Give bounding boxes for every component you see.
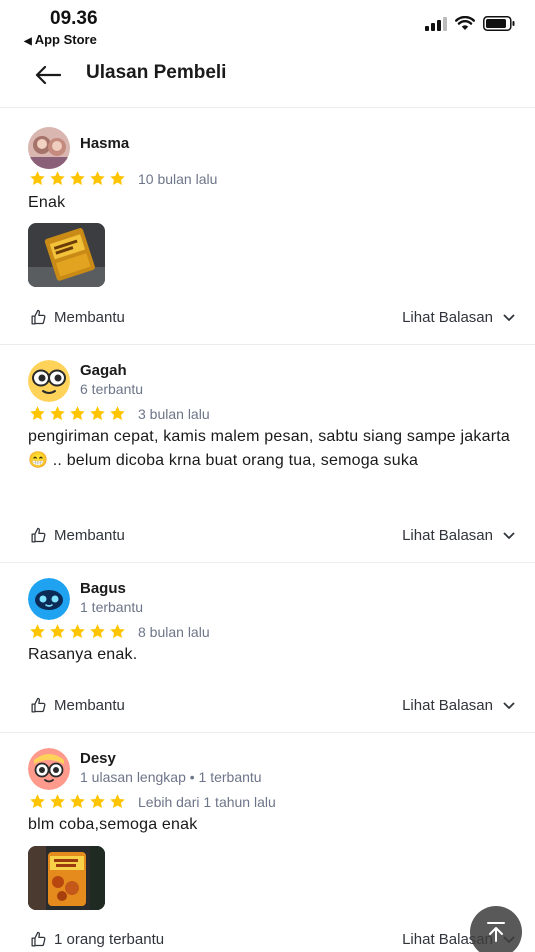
star-icon xyxy=(110,624,125,639)
arrow-left-icon xyxy=(35,65,61,85)
star-icon xyxy=(90,624,105,639)
wifi-icon xyxy=(455,16,475,30)
product-photo-image xyxy=(28,846,105,910)
star-icon xyxy=(30,794,45,809)
review-date: Lebih dari 1 tahun lalu xyxy=(138,793,276,810)
back-triangle-icon: ◀ xyxy=(24,36,32,47)
review-photo[interactable] xyxy=(28,846,105,910)
back-button[interactable] xyxy=(30,60,66,90)
review-date: 3 bulan lalu xyxy=(138,405,210,422)
star-icon xyxy=(70,171,85,186)
scroll-to-top-button[interactable] xyxy=(470,906,522,952)
star-rating xyxy=(29,170,126,187)
star-rating xyxy=(29,623,126,640)
avatar xyxy=(28,748,70,790)
review-text: Enak xyxy=(28,194,66,211)
star-rating xyxy=(29,405,126,422)
star-icon xyxy=(70,794,85,809)
view-reply-label: Lihat Balasan xyxy=(402,309,493,326)
view-reply-button[interactable]: Lihat Balasan xyxy=(402,697,515,714)
reviewer-meta: 1 terbantu xyxy=(80,599,144,615)
battery-icon xyxy=(483,16,515,31)
helpful-label: Membantu xyxy=(54,309,125,326)
back-to-app-link[interactable]: ◀ App Store xyxy=(24,32,97,47)
star-icon xyxy=(30,406,45,421)
chevron-down-icon xyxy=(503,532,515,539)
star-icon xyxy=(90,794,105,809)
star-icon xyxy=(110,794,125,809)
pink-face-avatar-icon xyxy=(28,748,70,790)
reviewer-meta: 1 ulasan lengkap • 1 terbantu xyxy=(80,769,262,785)
view-reply-label: Lihat Balasan xyxy=(402,697,493,714)
star-icon xyxy=(50,624,65,639)
star-icon xyxy=(50,406,65,421)
star-icon xyxy=(110,171,125,186)
review-item: Gagah 6 terbantu 3 bulan lalu pengiriman… xyxy=(0,345,535,563)
chevron-down-icon xyxy=(503,314,515,321)
helpful-button[interactable]: Membantu xyxy=(30,697,125,714)
blue-face-avatar-icon xyxy=(28,578,70,620)
review-date: 8 bulan lalu xyxy=(138,623,210,640)
rating-row: Lebih dari 1 tahun lalu xyxy=(29,793,276,810)
star-icon xyxy=(70,406,85,421)
star-icon xyxy=(90,406,105,421)
view-reply-label: Lihat Balasan xyxy=(402,527,493,544)
reviewer-name: Desy xyxy=(80,750,116,767)
rating-row: 8 bulan lalu xyxy=(29,623,210,640)
helpful-label: 1 orang terbantu xyxy=(54,931,165,948)
review-item: Hasma 10 bulan lalu Enak Membantu Lihat … xyxy=(0,109,535,345)
yellow-face-avatar-icon xyxy=(28,360,70,402)
product-photo-image xyxy=(28,223,105,287)
rating-row: 10 bulan lalu xyxy=(29,170,217,187)
helpful-label: Membantu xyxy=(54,527,125,544)
reviewer-name: Gagah xyxy=(80,362,127,379)
status-icons xyxy=(425,16,515,31)
star-icon xyxy=(30,624,45,639)
thumbs-up-icon xyxy=(31,697,46,713)
reviewer-name: Bagus xyxy=(80,580,126,597)
review-date: 10 bulan lalu xyxy=(138,170,218,187)
helpful-label: Membantu xyxy=(54,697,125,714)
status-bar: 09.36 ◀ App Store xyxy=(0,0,535,50)
reviewer-meta: 6 terbantu xyxy=(80,381,144,397)
rating-row: 3 bulan lalu xyxy=(29,405,210,422)
star-icon xyxy=(50,171,65,186)
arrow-up-icon xyxy=(487,922,505,942)
review-photo[interactable] xyxy=(28,223,105,287)
thumbs-up-icon xyxy=(31,309,46,325)
avatar xyxy=(28,360,70,402)
review-text: blm coba,semoga enak xyxy=(28,816,198,833)
helpful-button[interactable]: 1 orang terbantu xyxy=(30,931,164,948)
thumbs-up-icon xyxy=(31,931,46,947)
chevron-down-icon xyxy=(503,702,515,709)
star-icon xyxy=(90,171,105,186)
star-rating xyxy=(29,793,126,810)
review-item: Desy 1 ulasan lengkap • 1 terbantu Lebih… xyxy=(0,733,535,952)
cellular-signal-icon xyxy=(425,16,447,31)
view-reply-button[interactable]: Lihat Balasan xyxy=(402,309,515,326)
status-time: 09.36 xyxy=(50,8,98,29)
review-text: Rasanya enak. xyxy=(28,646,138,663)
page-header: Ulasan Pembeli xyxy=(0,50,535,108)
star-icon xyxy=(70,624,85,639)
avatar xyxy=(28,578,70,620)
photo-avatar-icon xyxy=(28,127,70,169)
helpful-button[interactable]: Membantu xyxy=(30,527,125,544)
page-title: Ulasan Pembeli xyxy=(86,62,227,83)
view-reply-button[interactable]: Lihat Balasan xyxy=(402,527,515,544)
review-text: pengiriman cepat, kamis malem pesan, sab… xyxy=(28,428,510,469)
helpful-button[interactable]: Membantu xyxy=(30,309,125,326)
avatar xyxy=(28,127,70,169)
review-item: Bagus 1 terbantu 8 bulan lalu Rasanya en… xyxy=(0,563,535,733)
back-app-label: App Store xyxy=(34,32,97,47)
star-icon xyxy=(30,171,45,186)
thumbs-up-icon xyxy=(31,527,46,543)
star-icon xyxy=(110,406,125,421)
star-icon xyxy=(50,794,65,809)
reviewer-name: Hasma xyxy=(80,135,130,152)
